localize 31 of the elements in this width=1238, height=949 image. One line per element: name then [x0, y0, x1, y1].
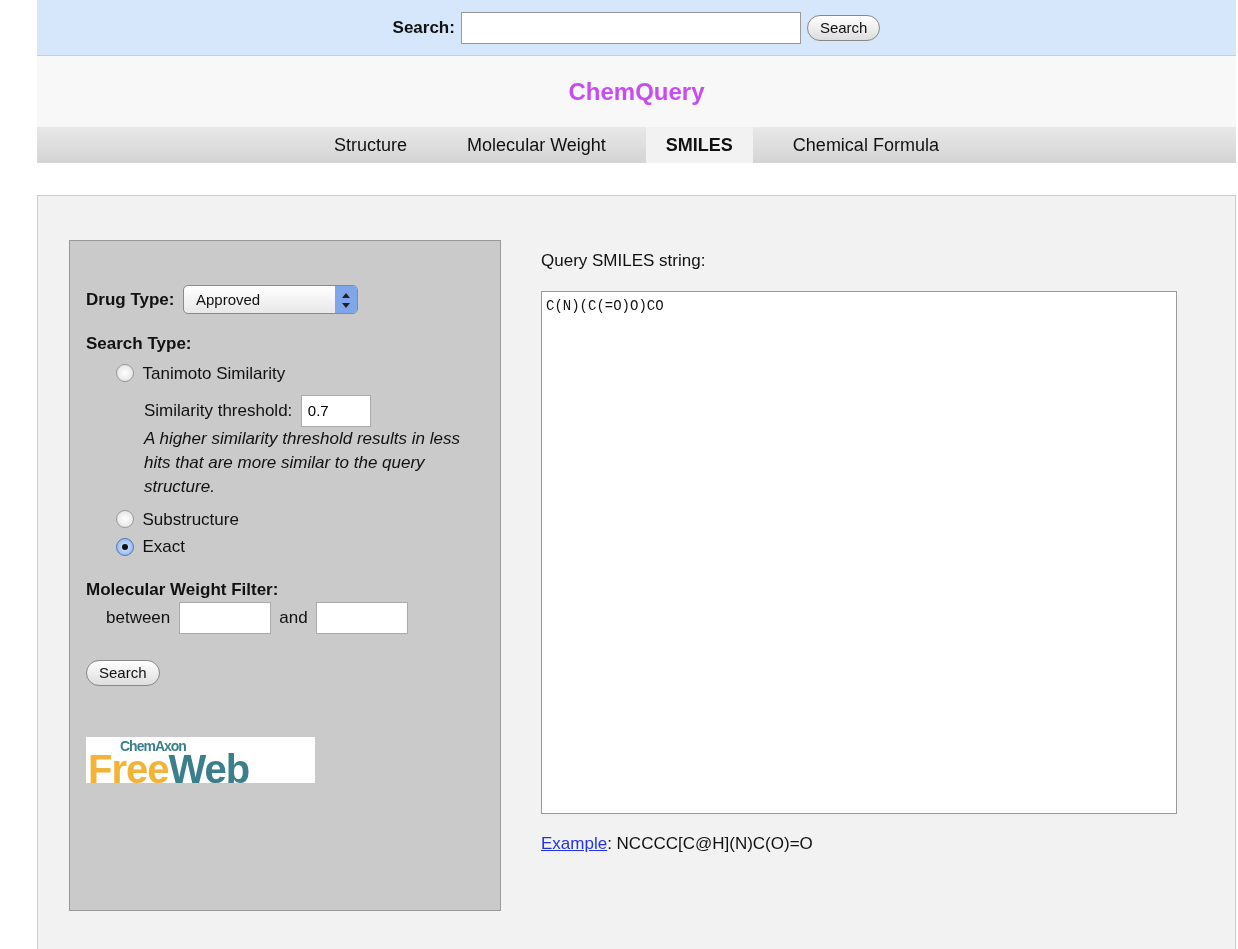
- nav-tab[interactable]: Structure: [314, 127, 428, 163]
- and-label: and: [279, 607, 308, 630]
- stepper-icon: [334, 286, 357, 313]
- query-label: Query SMILES string:: [541, 250, 707, 272]
- between-label: between: [106, 607, 171, 630]
- radio-label: Tanimoto Similarity: [142, 362, 286, 385]
- threshold-label: Similarity threshold:: [144, 399, 293, 422]
- radio-button[interactable]: [116, 510, 134, 529]
- example-link[interactable]: Example: [541, 833, 608, 853]
- min-weight-field[interactable]: [178, 602, 271, 634]
- search-button[interactable]: Search: [806, 14, 881, 41]
- radio-label: Substructure: [142, 508, 239, 531]
- weight-filter-label: Molecular Weight Filter:: [86, 578, 280, 601]
- radio-button[interactable]: [116, 364, 134, 383]
- nav-tab[interactable]: SMILES: [645, 127, 753, 163]
- drug-type-select[interactable]: Approved: [182, 285, 358, 314]
- hint-text: A higher similarity threshold results in less hits that are more similar to the query structure.: [144, 427, 461, 498]
- nav-tab[interactable]: Molecular Weight: [447, 127, 626, 163]
- drug-type-label: Drug Type:: [86, 288, 175, 311]
- radio-button[interactable]: [116, 537, 134, 556]
- search-type-label: Search Type:: [86, 333, 193, 355]
- example-line: Example: NCCCC[C@H](N)C(O)=O: [541, 832, 813, 855]
- search-button[interactable]: Search: [86, 659, 160, 686]
- smiles-input[interactable]: C(N)(C(=O)O)CO: [541, 290, 1177, 814]
- site-title: ChemQuery: [568, 76, 705, 107]
- threshold-field[interactable]: 0.7: [300, 394, 371, 427]
- nav-tab[interactable]: Chemical Formula: [772, 127, 959, 163]
- search-label: Search:: [392, 16, 455, 39]
- max-weight-field[interactable]: [316, 602, 409, 634]
- radio-label: Exact: [142, 536, 186, 558]
- search-field[interactable]: [460, 11, 801, 44]
